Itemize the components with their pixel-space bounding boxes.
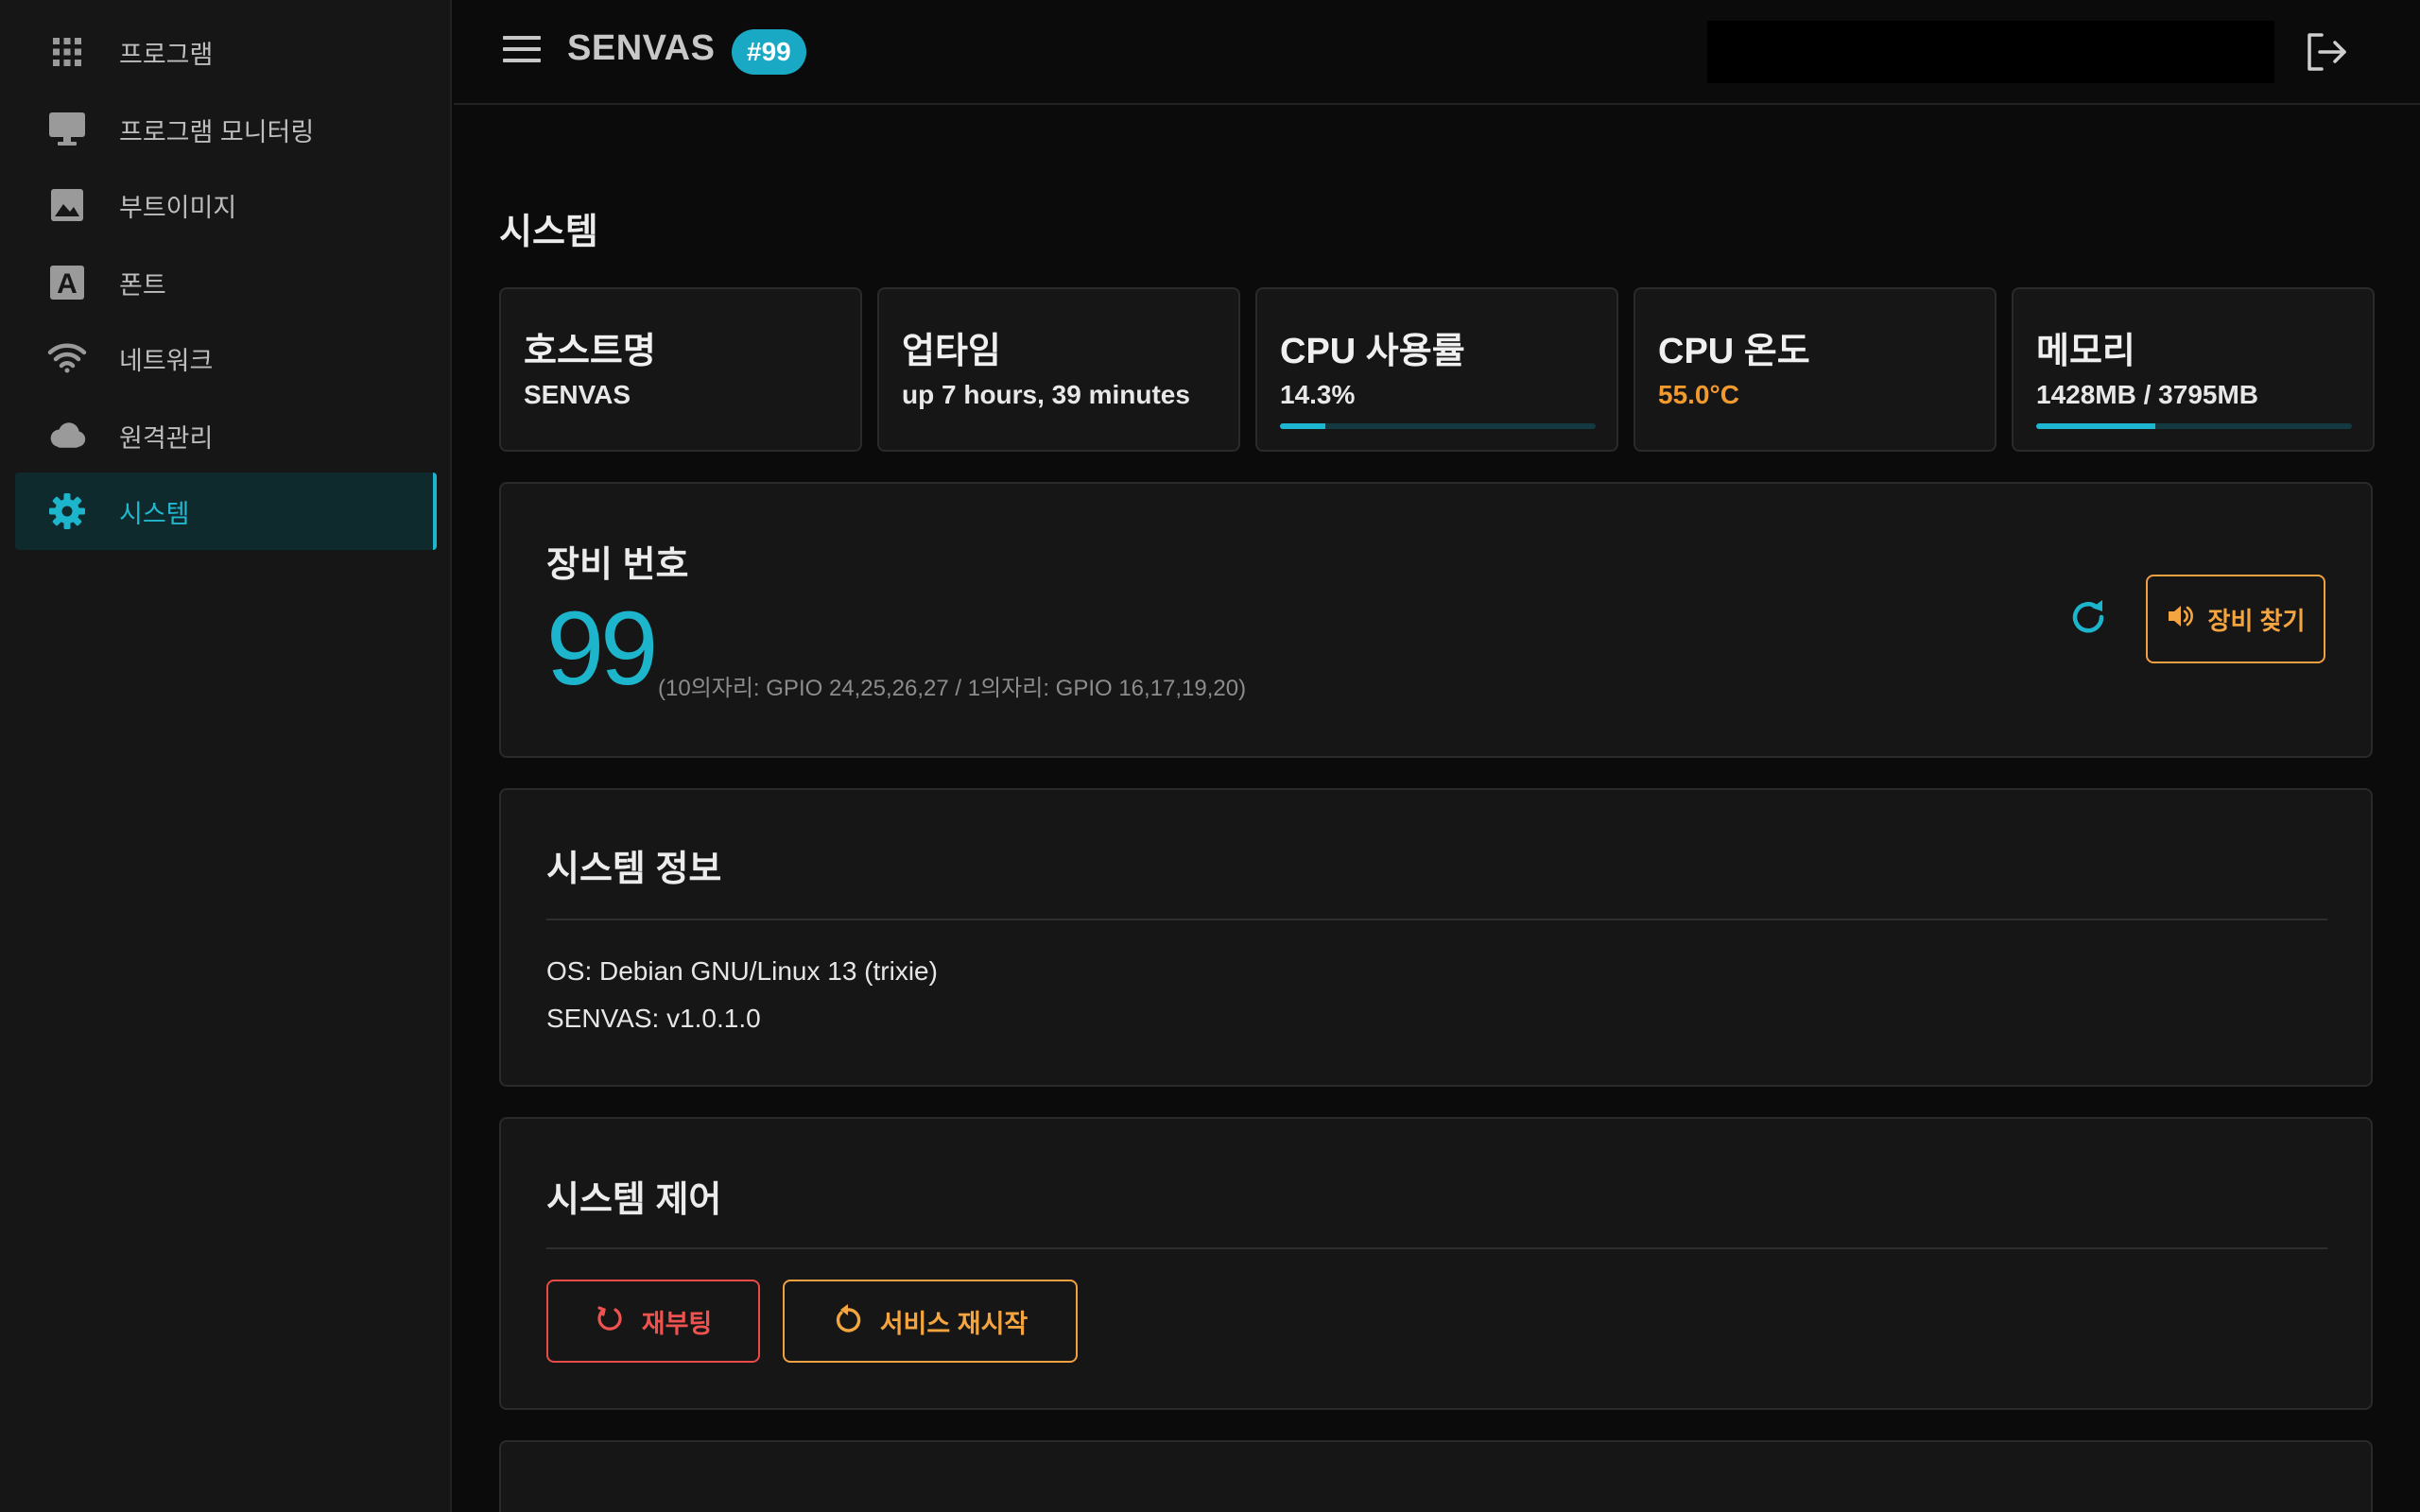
card-value: SENVAS <box>524 380 631 409</box>
sidebar-item-boot-image[interactable]: 부트이미지 <box>15 166 437 244</box>
device-badge: #99 <box>732 29 806 75</box>
os-info: OS: Debian GNU/Linux 13 (trixie) <box>546 956 938 986</box>
top-header: SENVAS #99 <box>454 0 2420 105</box>
system-control-panel: 시스템 제어 재부팅 서비스 재시작 <box>499 1117 2373 1410</box>
card-title: CPU 사용률 <box>1280 332 1465 371</box>
card-value: 55.0°C <box>1658 380 1739 409</box>
card-value: 1428MB / 3795MB <box>2036 380 2259 409</box>
logout-icon[interactable] <box>2305 32 2348 72</box>
sidebar-item-programs[interactable]: 프로그램 <box>15 13 437 91</box>
panel-title: 장비 번호 <box>546 545 689 585</box>
speaker-icon <box>2167 603 2195 636</box>
restart-service-button[interactable]: 서비스 재시작 <box>783 1280 1078 1363</box>
progress-fill <box>1280 423 1325 429</box>
sidebar-item-remote[interactable]: 원격관리 <box>15 397 437 474</box>
memory-progress-bar <box>2036 423 2352 429</box>
cpu-usage-card: CPU 사용률 14.3% <box>1255 287 1618 452</box>
sidebar-item-label: 시스템 <box>119 499 190 528</box>
find-device-label: 장비 찾기 <box>2207 606 2306 635</box>
sidebar-item-label: 네트워크 <box>119 346 214 375</box>
menu-icon[interactable] <box>503 36 541 68</box>
sidebar-item-label: 프로그램 모니터링 <box>119 117 315 146</box>
app-title: SENVAS <box>567 28 716 68</box>
sidebar-item-label: 폰트 <box>119 270 166 300</box>
gear-icon <box>47 491 87 531</box>
hostname-card: 호스트명 SENVAS <box>499 287 862 452</box>
cpu-temp-card: CPU 온도 55.0°C <box>1634 287 1996 452</box>
cloud-icon <box>47 416 87 455</box>
find-device-button[interactable]: 장비 찾기 <box>2146 575 2325 663</box>
restart-label: 서비스 재시작 <box>879 1309 1028 1338</box>
card-title: 호스트명 <box>524 332 656 371</box>
reboot-button[interactable]: 재부팅 <box>546 1280 760 1363</box>
card-value: 14.3% <box>1280 380 1356 409</box>
cpu-progress-bar <box>1280 423 1596 429</box>
sidebar-item-label: 프로그램 <box>119 40 214 69</box>
sidebar-item-font[interactable]: A 폰트 <box>15 244 437 321</box>
card-title: CPU 온도 <box>1658 332 1810 371</box>
restart-icon <box>833 1302 863 1341</box>
font-icon: A <box>47 263 87 302</box>
progress-fill <box>2036 423 2155 429</box>
uptime-card: 업타임 up 7 hours, 39 minutes <box>877 287 1240 452</box>
version-info: SENVAS: v1.0.1.0 <box>546 1004 761 1033</box>
device-number-panel: 장비 번호 99 (10의자리: GPIO 24,25,26,27 / 1의자리… <box>499 482 2373 758</box>
sidebar-item-network[interactable]: 네트워크 <box>15 319 437 397</box>
card-title: 메모리 <box>2036 332 2135 371</box>
apps-grid-icon <box>47 32 87 72</box>
sidebar-item-label: 부트이미지 <box>119 193 237 222</box>
page-title: 시스템 <box>499 213 598 252</box>
image-icon <box>47 185 87 225</box>
sidebar: 프로그램 프로그램 모니터링 부트이미지 A 폰트 네트워크 원격관리 시스템 <box>0 0 452 1512</box>
sidebar-item-program-monitoring[interactable]: 프로그램 모니터링 <box>15 91 437 168</box>
monitor-icon <box>47 110 87 149</box>
reboot-label: 재부팅 <box>641 1309 713 1338</box>
panel-title: 시스템 정보 <box>546 850 722 889</box>
memory-card: 메모리 1428MB / 3795MB <box>2012 287 2375 452</box>
device-number: 99 <box>546 591 658 707</box>
next-panel <box>499 1440 2373 1512</box>
card-value: up 7 hours, 39 minutes <box>902 380 1190 409</box>
divider <box>546 919 2327 920</box>
gpio-description: (10의자리: GPIO 24,25,26,27 / 1의자리: GPIO 16… <box>658 676 1247 701</box>
panel-title: 시스템 제어 <box>546 1180 722 1220</box>
sidebar-item-system[interactable]: 시스템 <box>15 472 437 550</box>
sidebar-item-label: 원격관리 <box>119 423 214 453</box>
card-title: 업타임 <box>902 332 1001 371</box>
redacted-area <box>1707 21 2274 83</box>
divider <box>546 1247 2327 1249</box>
system-info-panel: 시스템 정보 OS: Debian GNU/Linux 13 (trixie) … <box>499 788 2373 1087</box>
power-icon <box>595 1303 625 1340</box>
wifi-icon <box>47 338 87 378</box>
svg-text:A: A <box>57 268 78 300</box>
refresh-icon[interactable] <box>2066 595 2110 639</box>
